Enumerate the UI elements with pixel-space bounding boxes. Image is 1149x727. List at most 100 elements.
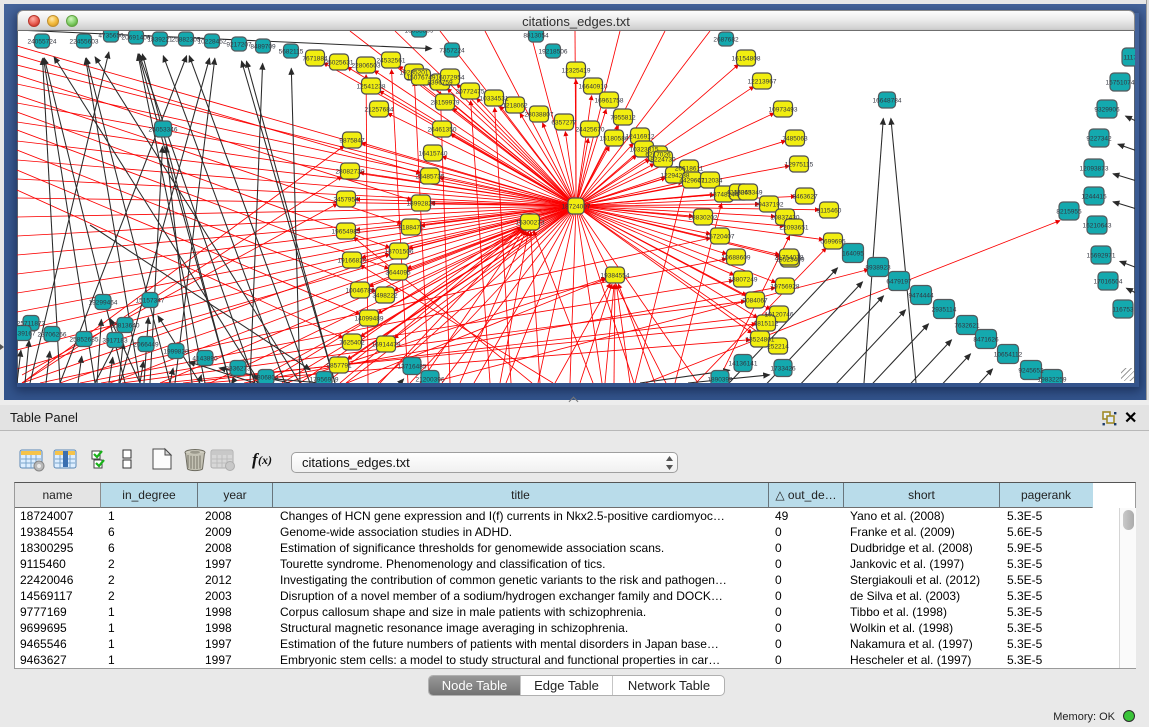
svg-text:10654112: 10654112 — [994, 352, 1023, 359]
svg-text:26053346: 26053346 — [149, 127, 178, 134]
svg-text:1999828: 1999828 — [163, 349, 189, 356]
svg-text:16640910: 16640910 — [579, 84, 608, 91]
svg-text:24055724: 24055724 — [28, 39, 57, 46]
svg-text:19654985: 19654985 — [332, 229, 361, 236]
svg-text:22093651: 22093651 — [780, 225, 809, 232]
svg-text:9329906: 9329906 — [1094, 107, 1120, 114]
svg-text:13524861: 13524861 — [746, 337, 775, 344]
svg-text:4439167: 4439167 — [10, 331, 36, 338]
svg-text:4735650: 4735650 — [98, 33, 124, 40]
svg-text:5682115: 5682115 — [279, 49, 304, 56]
svg-text:7955812: 7955812 — [610, 115, 636, 122]
svg-text:9474444: 9474444 — [908, 293, 934, 300]
svg-text:6479197: 6479197 — [886, 279, 912, 286]
svg-text:19299464: 19299464 — [89, 300, 118, 307]
svg-text:5188470: 5188470 — [398, 225, 424, 232]
svg-text:25485735: 25485735 — [416, 174, 445, 181]
svg-text:28159979: 28159979 — [431, 100, 460, 107]
svg-text:28082730: 28082730 — [336, 169, 365, 176]
svg-text:16154808: 16154808 — [732, 56, 761, 63]
svg-text:8938923: 8938923 — [865, 265, 891, 272]
svg-text:10837430: 10837430 — [771, 215, 800, 222]
svg-text:19756928: 19756928 — [771, 284, 800, 291]
svg-text:19166825: 19166825 — [338, 258, 367, 265]
svg-text:18724007: 18724007 — [562, 204, 591, 211]
svg-text:10046786: 10046786 — [346, 288, 375, 295]
svg-text:21257684: 21257684 — [365, 107, 394, 114]
svg-text:25882305: 25882305 — [172, 37, 201, 44]
svg-text:22455603: 22455603 — [70, 39, 99, 46]
svg-text:9875847: 9875847 — [339, 138, 365, 145]
svg-text:25025631: 25025631 — [325, 60, 354, 67]
svg-text:15720407: 15720407 — [706, 234, 735, 241]
svg-text:10334531: 10334531 — [480, 96, 509, 103]
svg-text:15751074: 15751074 — [1106, 80, 1135, 87]
svg-text:8806804: 8806804 — [253, 375, 279, 382]
svg-text:18807249: 18807249 — [729, 277, 758, 284]
svg-text:8336273: 8336273 — [225, 366, 251, 373]
svg-text:3498222: 3498222 — [372, 293, 398, 300]
svg-text:15180586: 15180586 — [600, 136, 629, 143]
svg-text:6357277: 6357277 — [551, 120, 577, 127]
svg-text:20772475: 20772475 — [456, 89, 485, 96]
svg-text:21200396: 21200396 — [416, 377, 445, 384]
svg-text:9463627: 9463627 — [792, 194, 818, 201]
svg-text:8224730: 8224730 — [650, 157, 676, 164]
svg-text:12416912: 12416912 — [626, 134, 655, 141]
svg-text:12093873: 12093873 — [1080, 166, 1109, 173]
svg-text:16648784: 16648784 — [873, 98, 902, 105]
svg-text:2935114: 2935114 — [932, 307, 957, 314]
svg-text:1244415: 1244415 — [1081, 194, 1107, 201]
svg-text:15157347: 15157347 — [136, 298, 165, 305]
svg-text:9084067: 9084067 — [742, 298, 768, 305]
svg-text:25711873: 25711873 — [17, 321, 46, 328]
svg-text:9115460: 9115460 — [817, 208, 842, 215]
svg-text:24425670: 24425670 — [576, 127, 605, 134]
svg-text:19384554: 19384554 — [601, 273, 630, 280]
svg-text:12541238: 12541238 — [357, 84, 386, 91]
svg-text:10228452: 10228452 — [198, 39, 227, 46]
svg-text:20813640: 20813640 — [111, 323, 140, 330]
svg-text:1890399: 1890399 — [707, 377, 733, 384]
svg-text:21754078: 21754078 — [775, 255, 804, 262]
svg-text:10973493: 10973493 — [769, 107, 798, 114]
svg-text:9245652: 9245652 — [1018, 368, 1044, 375]
svg-text:11172: 11172 — [1123, 55, 1140, 62]
svg-text:8215955: 8215955 — [1056, 209, 1082, 216]
svg-text:28038807: 28038807 — [525, 112, 554, 119]
svg-text:(x): (x) — [258, 453, 272, 467]
svg-text:1218062: 1218062 — [502, 103, 528, 110]
svg-text:7632621: 7632621 — [954, 323, 980, 330]
svg-text:26618611: 26618611 — [675, 166, 704, 173]
svg-text:13701506: 13701506 — [385, 249, 414, 256]
svg-text:2687682: 2687682 — [713, 37, 739, 44]
svg-text:4112034: 4112034 — [698, 178, 723, 185]
svg-text:9217207: 9217207 — [226, 42, 252, 49]
svg-text:7485063: 7485063 — [782, 136, 808, 143]
svg-text:19832259: 19832259 — [1038, 377, 1067, 384]
svg-text:12213967: 12213967 — [748, 79, 777, 86]
svg-text:16961758: 16961758 — [595, 98, 624, 105]
svg-text:1815112: 1815112 — [754, 321, 779, 328]
svg-text:10120746: 10120746 — [765, 312, 794, 319]
svg-text:1839221: 1839221 — [147, 37, 173, 44]
svg-text:3917183: 3917183 — [102, 338, 128, 345]
svg-text:13045349: 13045349 — [734, 190, 763, 197]
svg-text:14136141: 14136141 — [729, 361, 758, 368]
svg-text:17956909: 17956909 — [310, 377, 339, 384]
svg-text:16914479: 16914479 — [372, 342, 401, 349]
svg-text:29437192: 29437192 — [755, 202, 784, 209]
svg-text:19218506: 19218506 — [539, 49, 568, 56]
svg-text:10688609: 10688609 — [722, 255, 751, 262]
svg-text:252214: 252214 — [767, 344, 789, 351]
svg-text:18992829: 18992829 — [407, 201, 436, 208]
svg-text:26461350: 26461350 — [428, 127, 457, 134]
svg-text:164095: 164095 — [842, 251, 864, 258]
svg-text:25852685: 25852685 — [70, 337, 99, 344]
svg-text:8471626: 8471626 — [973, 337, 999, 344]
svg-text:4143890: 4143890 — [192, 356, 218, 363]
svg-text:24532561: 24532561 — [377, 58, 406, 65]
svg-text:8813054: 8813054 — [523, 33, 549, 40]
svg-text:0699695: 0699695 — [820, 239, 846, 246]
svg-text:15300273: 15300273 — [516, 220, 545, 227]
